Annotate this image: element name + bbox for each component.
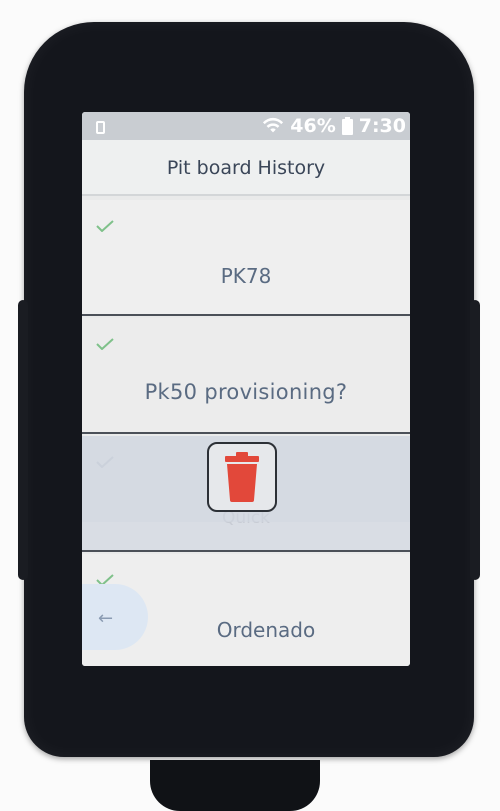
sim-icon [96,121,105,134]
page-title: Pit board History [166,157,326,179]
history-item-selected[interactable]: Quick [82,436,410,552]
photo-scene: 46% 7:30 Pit board History PK78 Pk50 pro… [0,0,500,811]
device-side-button-left[interactable] [18,300,28,580]
delete-button[interactable] [207,442,277,512]
check-icon [96,338,114,350]
device-mount [150,760,320,811]
history-item-label: PK78 [220,264,272,288]
status-right: 46% 7:30 [262,115,406,137]
history-item[interactable]: PK78 [82,200,410,316]
battery-icon [341,117,353,135]
check-icon [96,220,114,232]
history-item[interactable]: Pk50 provisioning? [82,318,410,434]
trash-icon [225,452,259,502]
history-item-label: Pk50 provisioning? [144,380,348,404]
clock: 7:30 [358,115,406,137]
header: Pit board History [82,140,410,196]
device-screen: 46% 7:30 Pit board History PK78 Pk50 pro… [82,112,410,666]
device-side-button-right[interactable] [470,300,480,580]
status-bar: 46% 7:30 [82,112,410,140]
history-item-label: Ordenado [216,618,316,642]
wifi-icon [263,117,284,133]
back-arrow-icon: ← [98,608,114,629]
back-button[interactable]: ← [82,584,148,650]
battery-percent: 46% [290,115,336,137]
